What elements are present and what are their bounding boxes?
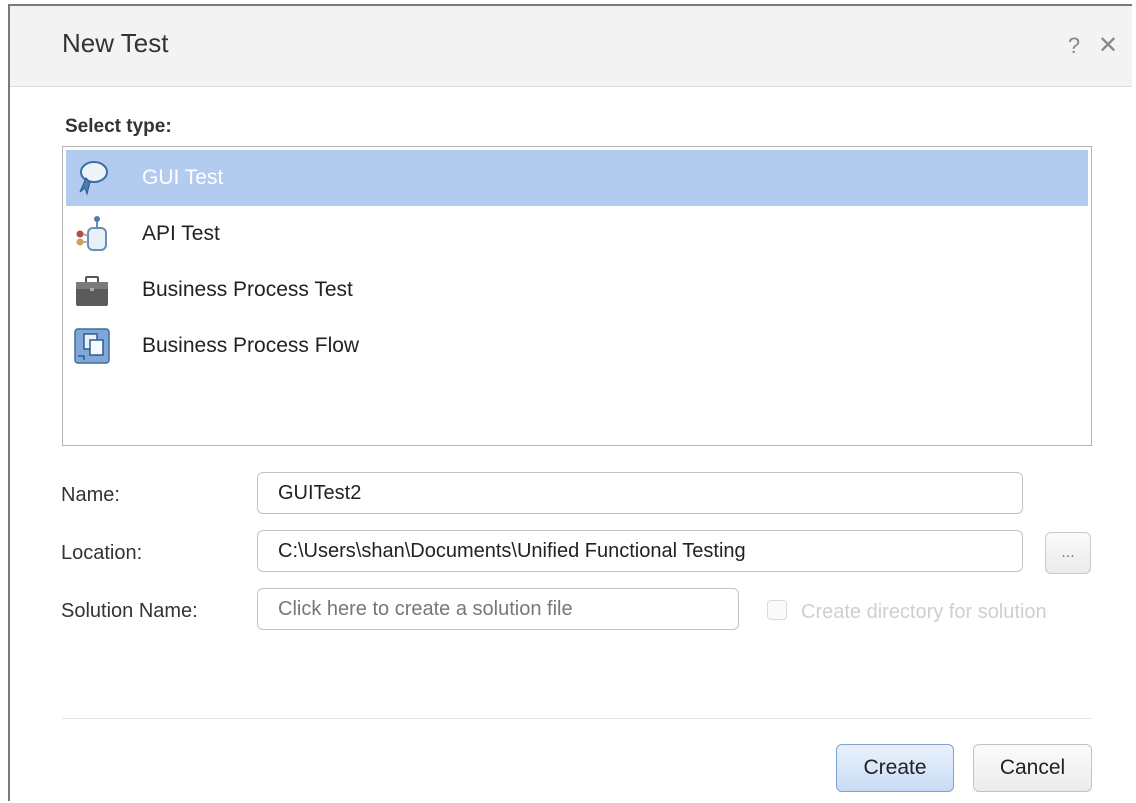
- type-item-label: Business Process Flow: [142, 334, 360, 357]
- dialog-titlebar: New Test ? ✕: [10, 6, 1132, 87]
- type-item-business-process-flow[interactable]: Business Process Flow: [66, 318, 1088, 374]
- type-item-api-test[interactable]: API Test: [66, 206, 1088, 262]
- type-item-label: Business Process Test: [142, 278, 353, 301]
- dialog-title: New Test: [62, 28, 169, 58]
- create-directory-label: Create directory for solution: [801, 601, 1047, 623]
- create-directory-checkbox[interactable]: [767, 600, 787, 620]
- new-test-dialog: New Test ? ✕ Select type: GUI Test API T…: [8, 4, 1132, 801]
- location-label: Location:: [61, 542, 143, 564]
- browse-button[interactable]: ...: [1045, 532, 1091, 574]
- briefcase-icon: [72, 270, 112, 310]
- cancel-button[interactable]: Cancel: [973, 744, 1092, 792]
- type-item-business-process-test[interactable]: Business Process Test: [66, 262, 1088, 318]
- footer-divider: [62, 718, 1092, 719]
- type-item-gui-test[interactable]: GUI Test: [66, 150, 1088, 206]
- location-field[interactable]: C:\Users\shan\Documents\Unified Function…: [257, 530, 1023, 572]
- solution-name-label: Solution Name:: [61, 600, 198, 622]
- process-flow-icon: [72, 326, 112, 366]
- close-icon[interactable]: ✕: [1096, 34, 1120, 58]
- create-button[interactable]: Create: [836, 744, 954, 792]
- gui-test-icon: [72, 158, 112, 198]
- name-label: Name:: [61, 484, 120, 506]
- type-item-label: API Test: [142, 222, 220, 245]
- test-type-list[interactable]: GUI Test API Test Business Process Test …: [62, 146, 1092, 446]
- solution-name-field[interactable]: Click here to create a solution file: [257, 588, 739, 630]
- select-type-label: Select type:: [65, 116, 172, 137]
- api-test-icon: [72, 214, 112, 254]
- type-item-label: GUI Test: [142, 166, 224, 189]
- name-field[interactable]: GUITest2: [257, 472, 1023, 514]
- help-icon[interactable]: ?: [1062, 34, 1086, 58]
